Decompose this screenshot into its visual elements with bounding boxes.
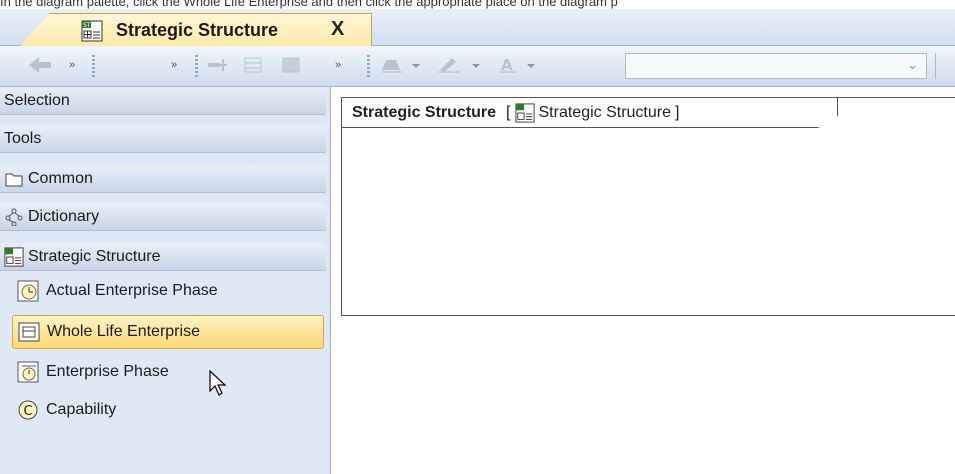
toolbar-grip[interactable] (195, 55, 198, 77)
overflow-icon[interactable]: » (166, 54, 182, 76)
image-icon[interactable] (278, 54, 304, 76)
toolbar: » » » A ⌄ (0, 46, 955, 87)
tool-label: Enterprise Phase (46, 363, 169, 380)
diagram-name: Strategic Structure (352, 103, 497, 121)
toolbar-grip[interactable] (367, 55, 370, 77)
tool-label: Whole Life Enterprise (47, 323, 200, 340)
insert-icon[interactable] (205, 54, 231, 76)
palette-category-selection[interactable]: Selection (0, 87, 326, 115)
folder-icon (4, 169, 24, 189)
grid-icon[interactable] (240, 54, 266, 76)
whole-life-enterprise-icon (17, 320, 41, 344)
category-label: Selection (4, 91, 70, 109)
palette-category-dictionary[interactable]: Dictionary (0, 203, 326, 231)
dictionary-icon (4, 207, 24, 227)
palette-category-common[interactable]: Common (0, 165, 326, 193)
palette-tool-enterprise-phase[interactable]: Enterprise Phase (12, 355, 324, 389)
mouse-pointer-icon (208, 369, 230, 403)
palette-tool-whole-life-enterprise[interactable]: Whole Life Enterprise (12, 315, 324, 349)
svg-text:ST: ST (83, 22, 91, 29)
chevron-down-icon[interactable]: ⌄ (907, 57, 918, 73)
tab-strategic-structure[interactable]: ST Strategic Structure X (20, 13, 372, 46)
tab-strip: ST Strategic Structure X (0, 9, 955, 46)
back-arrow-icon[interactable] (22, 54, 62, 76)
tab-title: Strategic Structure (116, 20, 279, 40)
palette-category-tools[interactable]: Tools (0, 125, 326, 153)
toolbar-end (935, 53, 955, 79)
palette-tool-actual-enterprise-phase[interactable]: Actual Enterprise Phase (12, 274, 324, 308)
tool-label: Capability (46, 401, 117, 418)
strategic-structure-icon (514, 102, 535, 123)
application-window: ST Strategic Structure X » » » A ⌄ Selec… (0, 9, 955, 474)
svg-text:C: C (24, 404, 33, 419)
palette-category-strategic-structure[interactable]: Strategic Structure (0, 243, 326, 271)
bracket-open: [ (506, 103, 511, 121)
diagram-frame[interactable]: Strategic Structure [ Strategic Structur… (341, 97, 955, 316)
toolbar-grip[interactable] (92, 55, 95, 77)
font-color-icon[interactable]: A (495, 54, 545, 76)
category-label: Common (28, 169, 93, 187)
line-color-icon[interactable] (433, 54, 488, 76)
category-label: Strategic Structure (28, 247, 161, 265)
font-combo[interactable]: ⌄ (625, 53, 927, 79)
tool-label: Actual Enterprise Phase (46, 282, 218, 299)
diagram-canvas[interactable]: Strategic Structure [ Strategic Structur… (331, 87, 955, 474)
overflow-icon[interactable]: » (330, 54, 346, 76)
instruction-caption: In the diagram palette, click the Whole … (0, 0, 618, 9)
close-tab-button[interactable]: X (331, 18, 344, 41)
category-label: Dictionary (28, 207, 100, 225)
diagram-type-label: Strategic Structure (538, 103, 672, 121)
diagram-palette: Selection Tools Common Dictionary Strate… (0, 87, 331, 474)
bracket-close: ] (675, 103, 680, 121)
capability-icon: C (16, 398, 40, 422)
strategic-structure-icon: ST (81, 20, 103, 46)
actual-enterprise-phase-icon (16, 279, 40, 303)
diagram-frame-header[interactable]: Strategic Structure [ Strategic Structur… (342, 98, 838, 128)
overflow-icon[interactable]: » (64, 54, 80, 76)
enterprise-phase-icon (16, 360, 40, 384)
category-label: Tools (4, 129, 42, 147)
strategic-structure-icon (4, 246, 24, 267)
palette-tool-capability[interactable]: C Capability (12, 393, 324, 427)
fill-color-icon[interactable] (378, 54, 428, 76)
